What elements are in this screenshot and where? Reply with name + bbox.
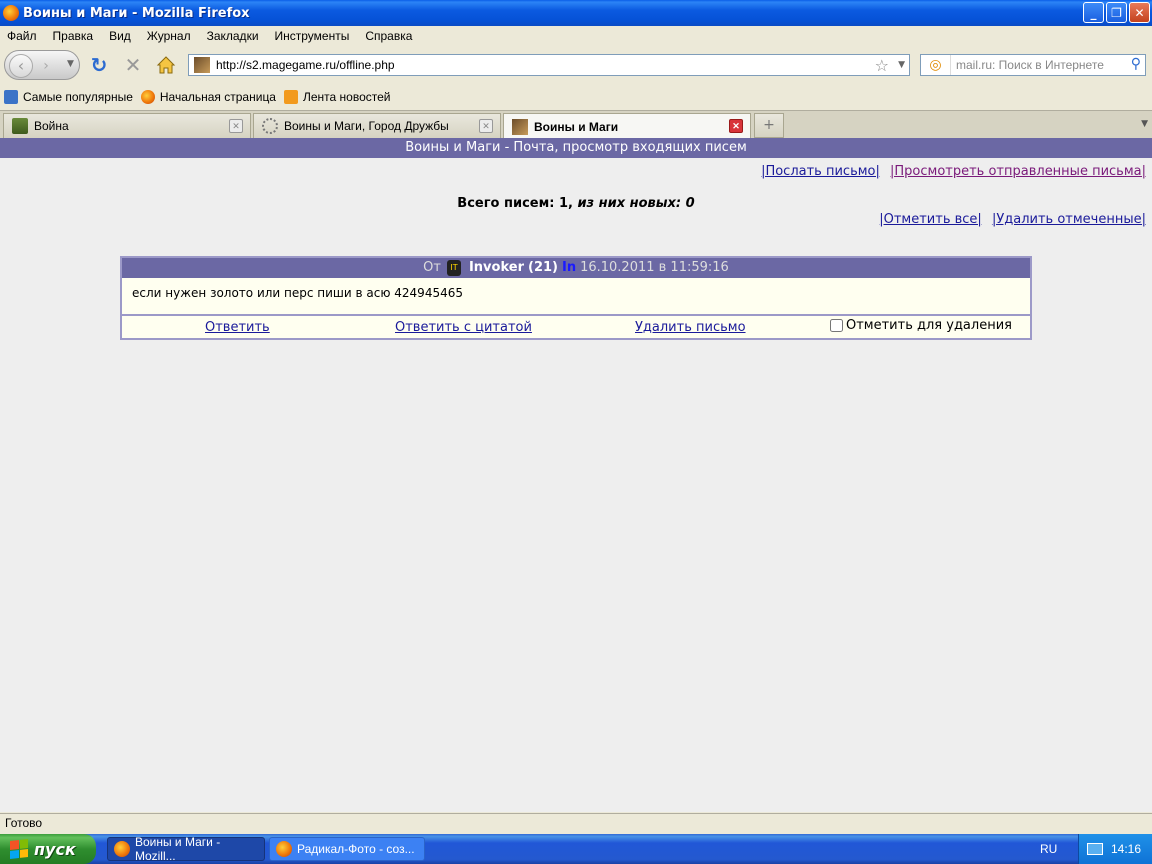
total-letters-label: Всего писем: 1, — [457, 196, 578, 211]
sender-level: (21) — [528, 260, 558, 275]
window-titlebar: Воины и Маги - Mozilla Firefox _ ❐ ✕ — [0, 0, 1152, 26]
taskbar-item-firefox-warriors[interactable]: Воины и Маги - Mozill... — [107, 835, 265, 863]
address-bar[interactable]: ☆ ▼ — [188, 54, 910, 76]
url-dropdown-icon[interactable]: ▼ — [898, 60, 905, 70]
search-input[interactable] — [956, 58, 1116, 72]
history-dropdown-icon[interactable]: ▼ — [67, 59, 74, 69]
tab-close-icon[interactable]: ✕ — [479, 119, 493, 133]
mail-top-links: |Послать письмо| |Просмотреть отправленн… — [755, 164, 1146, 179]
windows-logo-icon — [10, 839, 28, 859]
from-label: От — [423, 260, 441, 275]
view-sent-letters-link[interactable]: |Просмотреть отправленные письма| — [890, 164, 1146, 179]
navigation-toolbar: ‹ › ▼ ↻ ✕ ☆ ▼ ◎ ⚲ — [0, 46, 1152, 84]
list-all-tabs-icon[interactable]: ▼ — [1141, 119, 1148, 129]
delete-marked-link[interactable]: |Удалить отмеченные| — [992, 212, 1146, 227]
new-tab-button[interactable]: + — [754, 113, 784, 138]
online-status: In — [561, 260, 577, 275]
tab-label: Воины и Маги, Город Дружбы — [284, 119, 449, 133]
send-letter-link[interactable]: |Послать письмо| — [761, 164, 880, 179]
tab-war[interactable]: Война ✕ — [3, 113, 251, 138]
firefox-icon — [140, 89, 155, 104]
menu-help[interactable]: Справка — [365, 29, 412, 43]
letters-count: Всего писем: 1, из них новых: 0 — [0, 196, 1152, 211]
start-label: пуск — [34, 839, 76, 859]
reply-link[interactable]: Ответить — [205, 320, 270, 335]
tab-warriors-and-mages[interactable]: Воины и Маги ✕ — [503, 113, 751, 139]
tab-close-icon[interactable]: ✕ — [729, 119, 743, 133]
home-icon[interactable] — [155, 54, 177, 76]
message-body: если нужен золото или перс пиши в асю 42… — [122, 278, 1030, 316]
clock: 14:16 — [1111, 842, 1142, 856]
menu-edit[interactable]: Правка — [53, 29, 94, 43]
bookmark-label: Лента новостей — [302, 89, 391, 104]
window-controls: _ ❐ ✕ — [1083, 2, 1150, 23]
url-input[interactable] — [216, 58, 856, 72]
network-icon[interactable] — [1087, 843, 1103, 855]
tab-close-icon[interactable]: ✕ — [229, 119, 243, 133]
bookmark-label: Начальная страница — [159, 89, 276, 104]
taskbar-item-label: Воины и Маги - Mozill... — [134, 835, 221, 863]
menu-file[interactable]: Файл — [7, 29, 37, 43]
folder-icon — [4, 89, 18, 104]
tank-icon — [12, 118, 28, 134]
taskbar-item-radikal[interactable]: Радикал-Фото - соз... — [269, 837, 425, 861]
tab-strip: Война ✕ Воины и Маги, Город Дружбы ✕ Вои… — [0, 110, 1152, 139]
loading-spinner-icon — [262, 118, 278, 134]
new-letters-label: из них новых: 0 — [577, 196, 695, 211]
minimize-button[interactable]: _ — [1083, 2, 1104, 23]
message-header: От IT Invoker (21) In 16.10.2011 в 11:59… — [122, 258, 1030, 278]
bookmark-news-feed[interactable]: Лента новостей — [283, 89, 391, 104]
tab-city-of-friendship[interactable]: Воины и Маги, Город Дружбы ✕ — [253, 113, 501, 138]
firefox-icon — [114, 841, 130, 857]
window-title: Воины и Маги - Mozilla Firefox — [23, 5, 250, 21]
reload-icon[interactable]: ↻ — [88, 54, 110, 76]
mark-for-deletion-label: Отметить для удаления — [846, 318, 1012, 333]
site-favicon-icon — [512, 118, 528, 135]
menu-bookmarks[interactable]: Закладки — [207, 29, 259, 43]
status-bar: Готово — [0, 813, 1152, 833]
bookmarks-toolbar: Самые популярные Начальная страница Лент… — [0, 85, 1152, 108]
menu-bar: Файл Правка Вид Журнал Закладки Инструме… — [0, 26, 1152, 46]
rss-icon — [283, 89, 298, 104]
search-icon[interactable]: ⚲ — [1131, 56, 1141, 72]
message-date: 16.10.2011 в 11:59:16 — [580, 260, 729, 275]
message-actions: Ответить Ответить с цитатой Удалить пись… — [122, 316, 1030, 338]
back-icon[interactable]: ‹ — [9, 54, 33, 78]
mark-links: |Отметить все| |Удалить отмеченные| — [873, 212, 1146, 227]
menu-history[interactable]: Журнал — [147, 29, 191, 43]
language-indicator[interactable]: RU — [1040, 842, 1057, 856]
menu-view[interactable]: Вид — [109, 29, 131, 43]
maximize-button[interactable]: ❐ — [1106, 2, 1127, 23]
message-card: От IT Invoker (21) In 16.10.2011 в 11:59… — [120, 256, 1032, 340]
site-favicon-icon — [194, 57, 210, 73]
menu-tools[interactable]: Инструменты — [275, 29, 350, 43]
search-engine-icon[interactable]: ◎ — [921, 55, 951, 75]
bookmark-star-icon[interactable]: ☆ — [875, 56, 889, 75]
tab-label: Воины и Маги — [534, 119, 619, 134]
back-forward-group: ‹ › ▼ — [4, 50, 80, 80]
mark-for-deletion-checkbox[interactable] — [830, 319, 843, 332]
bookmark-label: Самые популярные — [23, 89, 133, 104]
bookmark-most-visited[interactable]: Самые популярные — [4, 89, 133, 104]
bookmark-start-page[interactable]: Начальная страница — [140, 89, 276, 104]
search-bar[interactable]: ◎ ⚲ — [920, 54, 1146, 76]
firefox-icon — [3, 5, 19, 21]
close-button[interactable]: ✕ — [1129, 2, 1150, 23]
mark-all-link[interactable]: |Отметить все| — [879, 212, 982, 227]
mark-for-deletion[interactable]: Отметить для удаления — [830, 318, 1012, 333]
forward-icon[interactable]: › — [37, 57, 55, 75]
sender-name[interactable]: Invoker — [469, 258, 524, 278]
start-button[interactable]: пуск — [0, 834, 96, 864]
firefox-icon — [276, 841, 292, 857]
taskbar: пуск Воины и Маги - Mozill... Радикал-Фо… — [0, 834, 1152, 864]
clan-badge-icon: IT — [446, 260, 461, 276]
page-title: Воины и Маги - Почта, просмотр входящих … — [0, 138, 1152, 158]
taskbar-item-label: Радикал-Фото - соз... — [297, 842, 415, 856]
reply-with-quote-link[interactable]: Ответить с цитатой — [395, 320, 532, 335]
delete-letter-link[interactable]: Удалить письмо — [635, 320, 746, 335]
stop-icon[interactable]: ✕ — [122, 54, 144, 76]
page-content: Воины и Маги - Почта, просмотр входящих … — [0, 138, 1152, 812]
system-tray: 14:16 — [1078, 834, 1152, 864]
tab-label: Война — [34, 119, 69, 133]
